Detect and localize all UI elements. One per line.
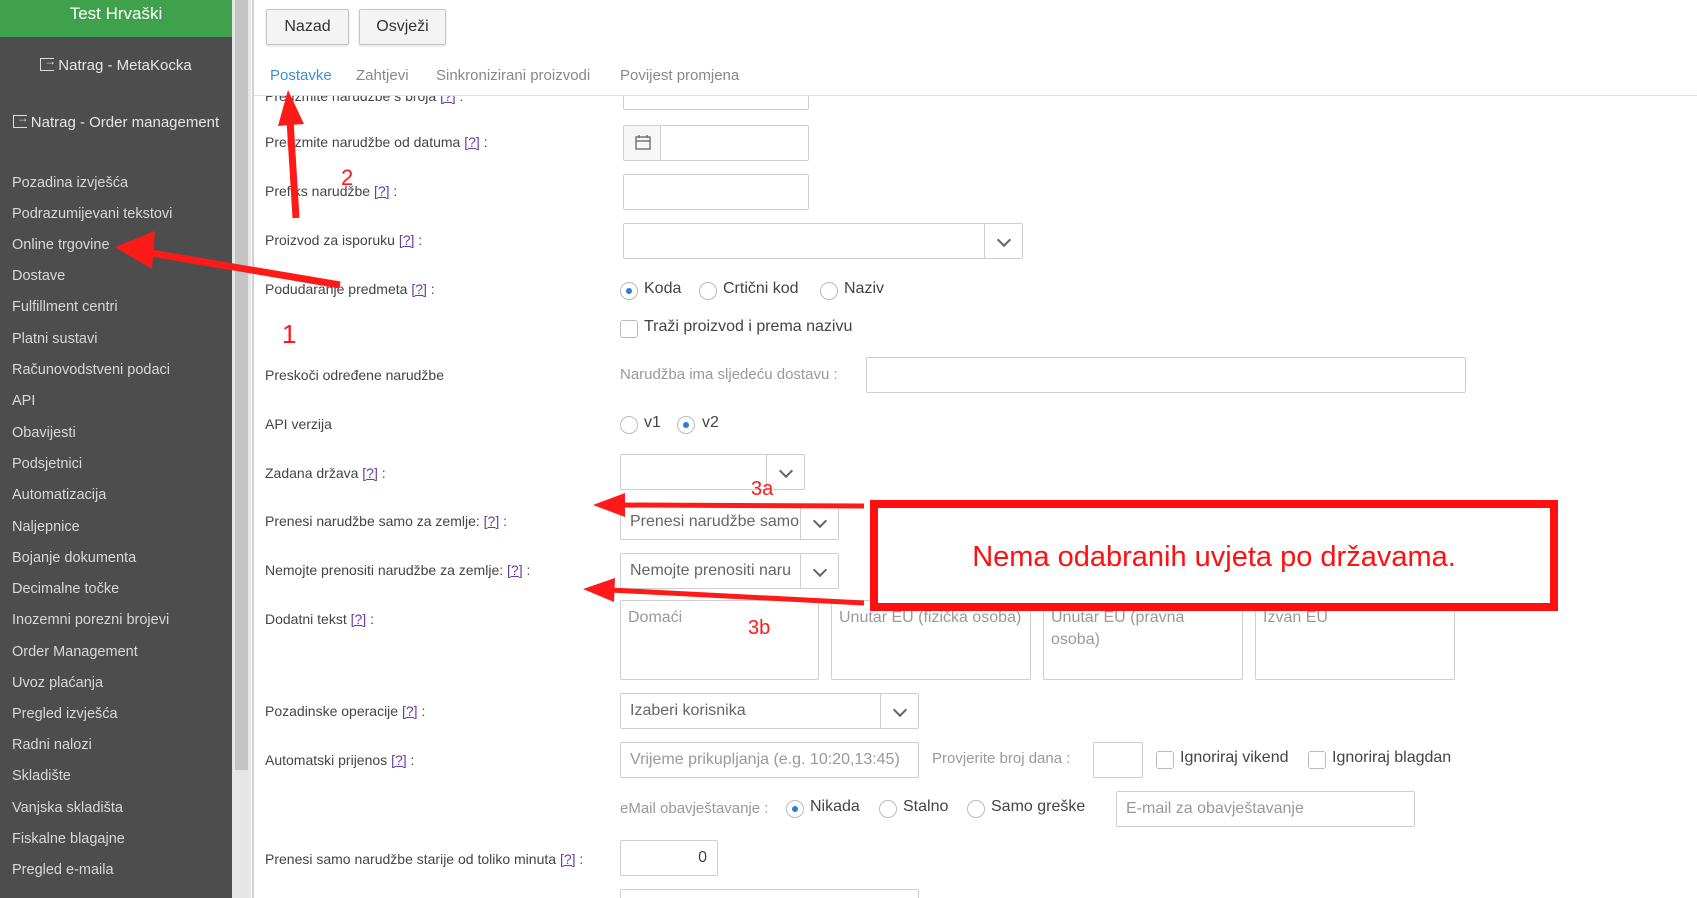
arrow-3b-line	[609, 587, 865, 606]
annotation-3a: 3a	[751, 478, 774, 500]
annotation-1: 1	[282, 319, 297, 349]
arrow-2-line	[286, 119, 300, 219]
arrow-2-head	[278, 90, 304, 126]
annotation-callout: Nema odabranih uvjeta po državama.	[870, 500, 1558, 611]
callout-text: Nema odabranih uvjeta po državama.	[972, 541, 1456, 573]
annotation-2: 2	[341, 165, 354, 190]
annotation-3b: 3b	[748, 617, 771, 639]
arrow-3a-line	[619, 502, 865, 509]
arrow-1-head	[115, 231, 155, 269]
annotation-arrows	[115, 90, 865, 606]
arrow-1-line	[144, 248, 341, 289]
arrow-3a-head	[593, 493, 625, 517]
arrow-3b-head	[583, 578, 615, 602]
